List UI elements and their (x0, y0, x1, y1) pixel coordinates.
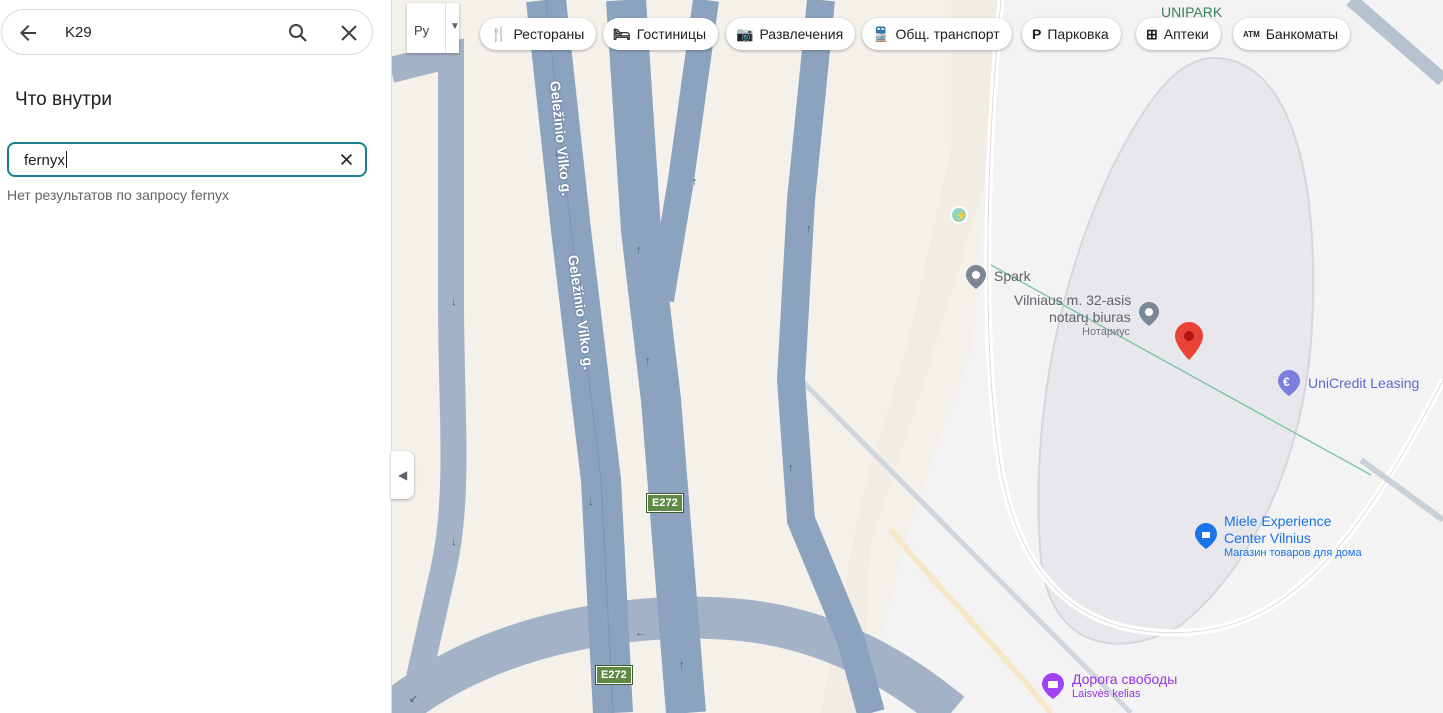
svg-text:↑: ↑ (692, 176, 698, 188)
svg-text:←: ← (635, 627, 646, 639)
freedom-road-label[interactable]: Дорога свободы (1072, 671, 1177, 687)
svg-text:↑: ↑ (636, 244, 642, 256)
svg-text:↑: ↑ (788, 462, 794, 474)
svg-text:↙: ↙ (409, 693, 418, 705)
svg-text:↑: ↑ (645, 355, 651, 367)
chip-label: Рестораны (513, 26, 585, 42)
search-box[interactable]: K29 (1, 9, 373, 55)
svg-text:↓: ↓ (451, 536, 457, 548)
route-shield: E272 (595, 665, 633, 685)
attraction-pin-icon[interactable] (1042, 673, 1064, 704)
notary-label-line2[interactable]: notarų biuras (1049, 309, 1131, 325)
text-caret (65, 151, 67, 168)
freedom-road-sub: Laisvės kelias (1072, 688, 1141, 700)
ev-charger-icon[interactable]: ⚡ (950, 206, 968, 229)
pharmacy-icon: ⊞ (1146, 25, 1158, 42)
transit-icon: 🚆 (872, 25, 890, 42)
chip-label: Банкоматы (1265, 26, 1339, 42)
route-shield: E272 (646, 493, 684, 513)
section-heading: Что внутри (15, 89, 112, 110)
clear-input-icon[interactable] (338, 151, 355, 168)
bank-pin-icon[interactable]: € (1278, 370, 1300, 401)
camera-icon: 📷 (736, 25, 754, 42)
miele-label-line1[interactable]: Miele Experience (1224, 513, 1331, 529)
close-icon[interactable] (337, 21, 361, 45)
map-canvas[interactable]: ↓ ↑ ↑ ↑ ↓ ↑ ↓ ↑ ↓ ← ↑ ↙ Geležinio Vilko … (391, 0, 1443, 713)
selected-location-marker-icon[interactable] (1175, 322, 1203, 365)
search-icon[interactable] (286, 21, 310, 45)
svg-text:€: € (1283, 375, 1290, 389)
chevron-down-icon[interactable]: ▼ (450, 21, 460, 32)
chip-label: Общ. транспорт (895, 26, 1000, 42)
chip-entertainment[interactable]: 📷 Развлечения (726, 18, 856, 50)
inside-search-value[interactable]: fernyx (24, 152, 65, 169)
svg-text:↓: ↓ (588, 496, 594, 508)
chip-label: Гостиницы (636, 26, 707, 42)
parking-icon: P (1032, 26, 1042, 42)
language-switcher[interactable]: Ру ▼ (407, 3, 460, 53)
side-panel: K29 Что внутри fernyx Нет результатов по… (0, 0, 392, 713)
chip-transit[interactable]: 🚆 Общ. транспорт (862, 18, 1012, 50)
search-query[interactable]: K29 (65, 24, 92, 41)
inside-search-input[interactable]: fernyx (7, 142, 367, 177)
chip-label: Развлечения (759, 26, 844, 42)
place-pin-icon[interactable] (966, 265, 986, 294)
shopping-pin-icon[interactable] (1195, 523, 1217, 554)
chip-pharmacies[interactable]: ⊞ Аптеки (1136, 18, 1221, 50)
back-arrow-icon[interactable] (16, 21, 40, 45)
chip-atms[interactable]: ATM Банкоматы (1233, 18, 1351, 50)
chip-parking[interactable]: P Парковка (1022, 18, 1121, 50)
unicredit-label[interactable]: UniCredit Leasing (1308, 375, 1419, 391)
divider (445, 3, 446, 53)
svg-text:↓: ↓ (451, 296, 457, 308)
svg-text:↑: ↑ (679, 659, 685, 671)
notary-category: Нотариус (1082, 326, 1130, 338)
miele-label-line2[interactable]: Center Vilnius (1224, 530, 1311, 546)
miele-category: Магазин товаров для дома (1224, 547, 1362, 559)
chip-label: Парковка (1047, 26, 1109, 42)
notary-label-line1[interactable]: Vilniaus m. 32-asis (1014, 292, 1131, 308)
hotel-icon: 🛏 (613, 25, 631, 42)
atm-icon: ATM (1243, 29, 1260, 39)
spark-label[interactable]: Spark (994, 268, 1031, 284)
chip-restaurants[interactable]: 🍴 Рестораны (480, 18, 597, 50)
svg-text:⚡: ⚡ (955, 209, 967, 222)
collapse-panel-button[interactable]: ◀ (391, 451, 414, 499)
chevron-left-icon: ◀ (398, 468, 408, 482)
restaurant-icon: 🍴 (490, 25, 508, 42)
no-results-text: Нет результатов по запросу fernyx (7, 187, 230, 203)
svg-text:↑: ↑ (806, 223, 812, 235)
chip-hotels[interactable]: 🛏 Гостиницы (603, 18, 719, 50)
language-label[interactable]: Ру (414, 23, 429, 38)
place-pin-icon[interactable] (1139, 302, 1159, 331)
chip-label: Аптеки (1163, 26, 1209, 42)
